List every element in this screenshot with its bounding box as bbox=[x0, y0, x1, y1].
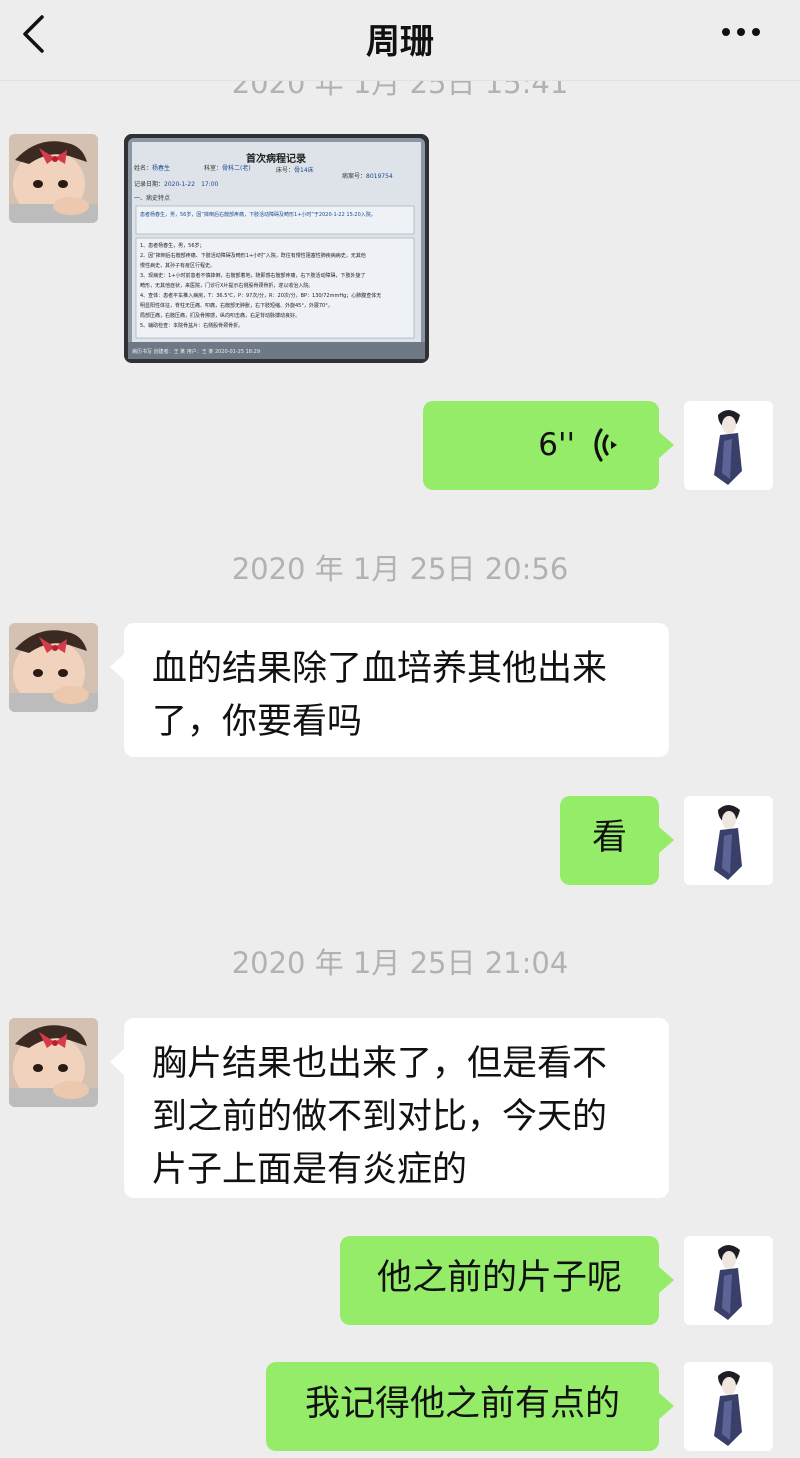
text-message-bubble[interactable]: 看 bbox=[560, 796, 674, 885]
svg-text:姓名：杨春生: 姓名：杨春生 bbox=[134, 164, 170, 172]
message-line: 了，你要看吗 bbox=[152, 702, 363, 742]
message-line: 血的结果除了血培养其他出来 bbox=[152, 649, 608, 689]
baby-photo-avatar-icon bbox=[9, 1018, 98, 1107]
record-line: 1、患者杨春生，男，56岁； bbox=[140, 242, 205, 249]
svg-text:床号：骨14床: 床号：骨14床 bbox=[276, 166, 314, 174]
contact-avatar[interactable] bbox=[9, 1018, 98, 1107]
voice-wave-icon bbox=[594, 428, 617, 462]
my-avatar[interactable] bbox=[684, 1236, 773, 1325]
svg-text:患者杨春生，男，56岁，因“摔倒后右髋部疼痛，下肢活动障碍及: 患者杨春生，男，56岁，因“摔倒后右髋部疼痛，下肢活动障碍及畸形1+小时”于20… bbox=[140, 211, 376, 218]
image-message[interactable]: 首次病程记录 姓名：杨春生 科室：骨科二(老) 床号：骨14床 病案号：8019… bbox=[124, 134, 429, 363]
my-avatar[interactable] bbox=[684, 401, 773, 490]
record-line: 4、查体：患者平车推入病房，T：36.5℃，P：97次/分，R：20次/分，BP… bbox=[140, 292, 381, 299]
svg-text:一、病史特点: 一、病史特点 bbox=[134, 194, 170, 202]
text-message-bubble[interactable]: 他之前的片子呢 bbox=[340, 1236, 674, 1325]
text-message-bubble[interactable]: 血的结果除了血培养其他出来 了，你要看吗 bbox=[110, 623, 669, 757]
message-line: 片子上面是有炎症的 bbox=[152, 1150, 468, 1190]
sketch-figure-avatar-icon bbox=[684, 401, 773, 490]
contact-avatar[interactable] bbox=[9, 134, 98, 223]
message-text: 他之前的片子呢 bbox=[376, 1258, 622, 1298]
svg-text:科室：骨科二(老): 科室：骨科二(老) bbox=[204, 164, 251, 172]
voice-message-bubble[interactable]: 6'' bbox=[423, 401, 674, 490]
record-line: 畸形，无其他症状，来医院，门诊行X片提示右侧股骨颈骨折，遂以收治入院。 bbox=[140, 282, 313, 289]
medical-record-photo: 首次病程记录 姓名：杨春生 科室：骨科二(老) 床号：骨14床 病案号：8019… bbox=[124, 134, 429, 363]
svg-text:首次病程记录: 首次病程记录 bbox=[246, 152, 306, 165]
voice-duration: 6'' bbox=[538, 427, 575, 463]
my-avatar[interactable] bbox=[684, 796, 773, 885]
timestamp: 2020 年 1月 25日 21:04 bbox=[231, 946, 569, 980]
timestamp: 2020 年 1月 25日 20:56 bbox=[231, 552, 569, 586]
record-line: 2、因“摔倒后右髋部疼痛、下肢活动障碍及畸形1+小时”入院，既往有慢性阻塞性肺疾… bbox=[140, 252, 366, 259]
svg-text:病历书写 创建者：王 某 用户：王 某 2020-01: 病历书写 创建者：王 某 用户：王 某 2020-01-25 18:29 bbox=[132, 348, 260, 355]
message-line: 到之前的做不到对比，今天的 bbox=[152, 1097, 608, 1137]
text-message-bubble[interactable]: 我记得他之前有点的 bbox=[266, 1362, 674, 1451]
record-line: 慢性病史，其孙子有疫区行程史。 bbox=[140, 262, 215, 269]
baby-photo-avatar-icon bbox=[9, 134, 98, 223]
message-text: 看 bbox=[591, 818, 627, 858]
message-text: 血的结果除了血培养其他出来 了，你要看吗 bbox=[124, 623, 669, 769]
chat-header: 周珊 bbox=[0, 0, 800, 81]
record-line: 3、现病史：1+小时前患者不慎摔倒，右髋部着地，随即感右髋部疼痛，右下肢活动障碍… bbox=[140, 272, 366, 279]
record-line: 5、辅助检查：本院骨盆片：右侧股骨颈骨折。 bbox=[140, 322, 243, 329]
svg-text:记录日期：2020-1-2217:00: 记录日期：2020-1-22 17:00 bbox=[134, 180, 219, 188]
baby-photo-avatar-icon bbox=[9, 623, 98, 712]
svg-text:病案号：8019754: 病案号：8019754 bbox=[342, 172, 393, 180]
message-text: 胸片结果也出来了，但是看不 到之前的做不到对比，今天的 片子上面是有炎症的 bbox=[124, 1018, 669, 1217]
record-line: 明显阳性体征，脊柱无压痛、叩痛，右髋部无肿胀，右下肢短缩、外旋45°，外展70°… bbox=[140, 302, 333, 309]
contact-avatar[interactable] bbox=[9, 623, 98, 712]
record-line: 局部压痛，右髋压痛，扪及骨擦感，纵向叩击痛，右足背动脉搏动良好。 bbox=[140, 312, 300, 319]
my-avatar[interactable] bbox=[684, 1362, 773, 1451]
sketch-figure-avatar-icon bbox=[684, 796, 773, 885]
chat-title: 周珊 bbox=[366, 22, 434, 62]
sketch-figure-avatar-icon bbox=[684, 1362, 773, 1451]
sketch-figure-avatar-icon bbox=[684, 1236, 773, 1325]
more-button[interactable] bbox=[720, 22, 764, 42]
message-line: 胸片结果也出来了，但是看不 bbox=[152, 1044, 608, 1084]
message-text: 我记得他之前有点的 bbox=[304, 1384, 620, 1424]
more-dots-icon bbox=[722, 28, 760, 36]
text-message-bubble[interactable]: 胸片结果也出来了，但是看不 到之前的做不到对比，今天的 片子上面是有炎症的 bbox=[110, 1018, 669, 1198]
